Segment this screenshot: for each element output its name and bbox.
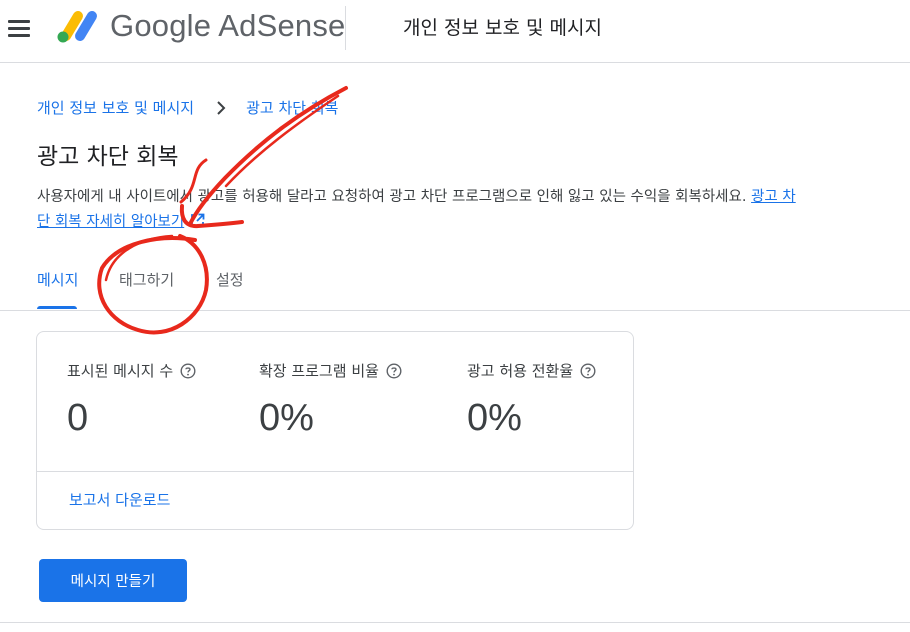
help-icon[interactable]: [386, 362, 402, 379]
brand-name: Google AdSense: [110, 8, 346, 43]
stats-card: 표시된 메시지 수 0 확장 프로그램 비율 0% 광고 허용 전환율 0% 보…: [36, 331, 634, 530]
help-icon[interactable]: [180, 362, 196, 379]
chevron-right-icon: [212, 99, 230, 117]
stat-messages-shown: 표시된 메시지 수 0: [67, 360, 196, 440]
stat-extension-rate: 확장 프로그램 비율 0%: [259, 360, 402, 440]
stat-label: 확장 프로그램 비율: [259, 362, 379, 380]
stat-value: 0%: [467, 397, 522, 439]
header-divider: [345, 6, 346, 50]
red-annotation-arrow-icon: [97, 86, 348, 335]
stat-value: 0: [67, 397, 89, 439]
page-description: 사용자에게 내 사이트에서 광고를 허용해 달라고 요청하여 광고 차단 프로그…: [37, 185, 797, 235]
description-text: 사용자에게 내 사이트에서 광고를 허용해 달라고 요청하여 광고 차단 프로그…: [37, 189, 747, 205]
breadcrumb-current-link[interactable]: 광고 차단 회복: [246, 97, 338, 118]
stat-allow-ads-conversion: 광고 허용 전환율 0%: [467, 360, 596, 440]
create-message-button[interactable]: 메시지 만들기: [39, 559, 187, 602]
page-title: 광고 차단 회복: [37, 144, 179, 170]
tab-tagging[interactable]: 태그하기: [119, 269, 174, 290]
breadcrumb: 개인 정보 보호 및 메시지 광고 차단 회복: [37, 97, 338, 118]
open-in-new-icon[interactable]: [190, 213, 205, 228]
stat-value: 0%: [259, 397, 314, 439]
tab-settings[interactable]: 설정: [216, 269, 244, 290]
bottom-divider: [0, 622, 910, 623]
tab-bar: 메시지 태그하기 설정: [0, 262, 910, 311]
download-report-link[interactable]: 보고서 다운로드: [69, 489, 170, 510]
help-icon[interactable]: [580, 362, 596, 379]
stat-label: 광고 허용 전환율: [467, 362, 574, 380]
stat-label: 표시된 메시지 수: [67, 362, 174, 380]
tab-messages[interactable]: 메시지: [37, 269, 78, 290]
section-title: 개인 정보 보호 및 메시지: [403, 17, 602, 39]
hamburger-menu-icon[interactable]: [8, 18, 34, 40]
active-tab-indicator: [37, 306, 77, 309]
card-divider: [37, 471, 633, 472]
top-app-bar: Google AdSense 개인 정보 보호 및 메시지: [0, 0, 910, 63]
adsense-logo-icon: [57, 11, 97, 43]
breadcrumb-parent-link[interactable]: 개인 정보 보호 및 메시지: [37, 97, 194, 118]
